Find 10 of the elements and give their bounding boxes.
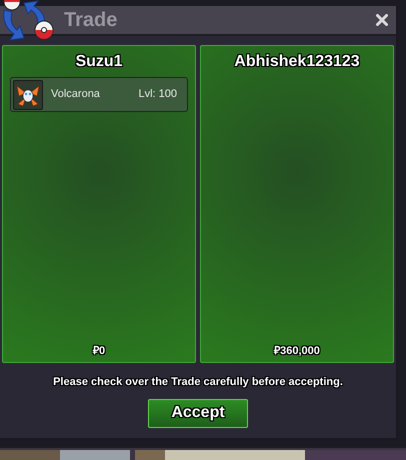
trader-name: Abhishek123123 xyxy=(234,52,360,72)
pokemon-item[interactable]: Volcarona Lvl: 100 xyxy=(10,77,188,112)
trade-notice: Please check over the Trade carefully before accepting. xyxy=(52,375,344,390)
window-title: Trade xyxy=(64,8,118,33)
accept-button[interactable]: Accept xyxy=(148,398,248,428)
money-amount: ₽360,000 xyxy=(274,344,320,358)
trader-name: Suzu1 xyxy=(75,52,123,72)
pokemon-level: Lvl: 100 xyxy=(138,87,177,102)
pokemon-name: Volcarona xyxy=(51,87,100,102)
money-amount: ₽0 xyxy=(92,344,106,358)
